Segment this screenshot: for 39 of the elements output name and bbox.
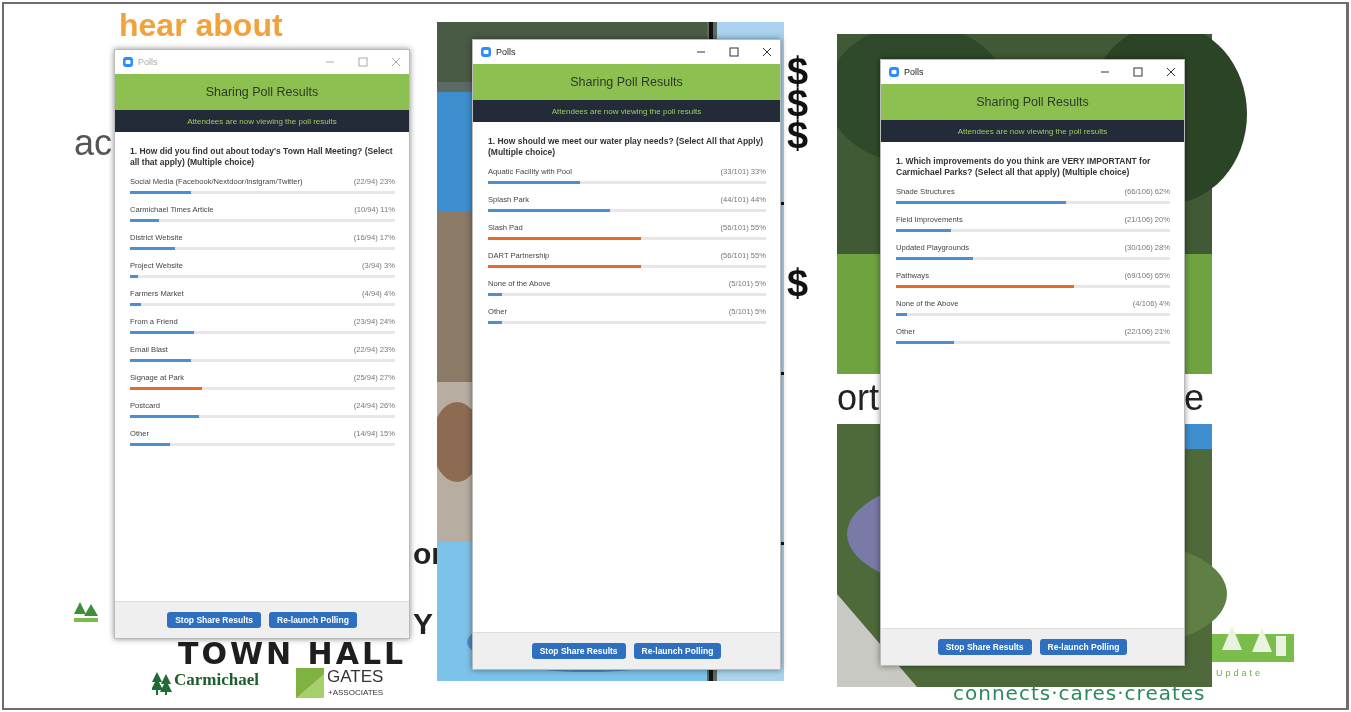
window-title: Polls xyxy=(138,57,159,67)
maximize-icon[interactable] xyxy=(729,47,739,57)
close-icon[interactable] xyxy=(762,47,772,57)
poll-button[interactable]: Re-launch Polling xyxy=(269,612,357,628)
app-icon xyxy=(123,57,133,67)
header-title: Sharing Poll Results xyxy=(570,75,683,89)
trees-logo-icon xyxy=(1212,626,1294,662)
logo-icon xyxy=(296,668,324,698)
slide-text: Carmichael xyxy=(174,670,259,690)
poll-button[interactable]: Stop Share Results xyxy=(531,643,626,659)
app-icon xyxy=(889,67,899,77)
slide-text: e xyxy=(1184,377,1205,419)
poll-button[interactable]: Re-launch Polling xyxy=(633,643,722,659)
poll-button[interactable]: Stop Share Results xyxy=(937,639,1032,655)
header-title: Sharing Poll Results xyxy=(976,95,1089,109)
banner-text: Attendees are now viewing the poll results xyxy=(957,126,1108,136)
slide-text: Y xyxy=(413,607,433,641)
slide-text: ort xyxy=(837,377,879,419)
tree-icon xyxy=(152,672,172,696)
close-icon[interactable] xyxy=(1166,67,1176,77)
app-icon xyxy=(481,47,491,57)
slide-text: Update xyxy=(1216,668,1264,678)
slide-text: hear about xyxy=(119,9,283,41)
poll-question: 1. Which improvements do you think are VERY IMPORTANT for Carmichael Parks? (Select all that apply) (Multiple choice) xyxy=(896,156,1152,179)
banner-text: Attendees are now viewing the poll results xyxy=(551,106,702,116)
slide-text: +ASSOCIATES xyxy=(328,688,384,697)
tree-icon xyxy=(74,602,98,624)
window-title: Polls xyxy=(496,47,517,57)
poll-question: 1. How did you find out about today's Town Hall Meeting? (Select all that apply) (Multiple choice) xyxy=(130,146,394,169)
poll-question: 1. How should we meet our water play needs? (Select All that Apply) (Multiple choice) xyxy=(488,136,765,159)
poll-button[interactable]: Stop Share Results xyxy=(167,612,262,628)
poll-button[interactable]: Re-launch Polling xyxy=(1039,639,1128,655)
maximize-icon[interactable] xyxy=(1133,67,1143,77)
slide-text: ac xyxy=(74,122,113,164)
header-title: Sharing Poll Results xyxy=(205,85,319,99)
slide-text: connects·cares·creates xyxy=(953,681,1206,705)
banner-text: Attendees are now viewing the poll results xyxy=(187,116,337,126)
dollar-sign: $ xyxy=(787,264,809,302)
window-title: Polls xyxy=(904,67,925,77)
